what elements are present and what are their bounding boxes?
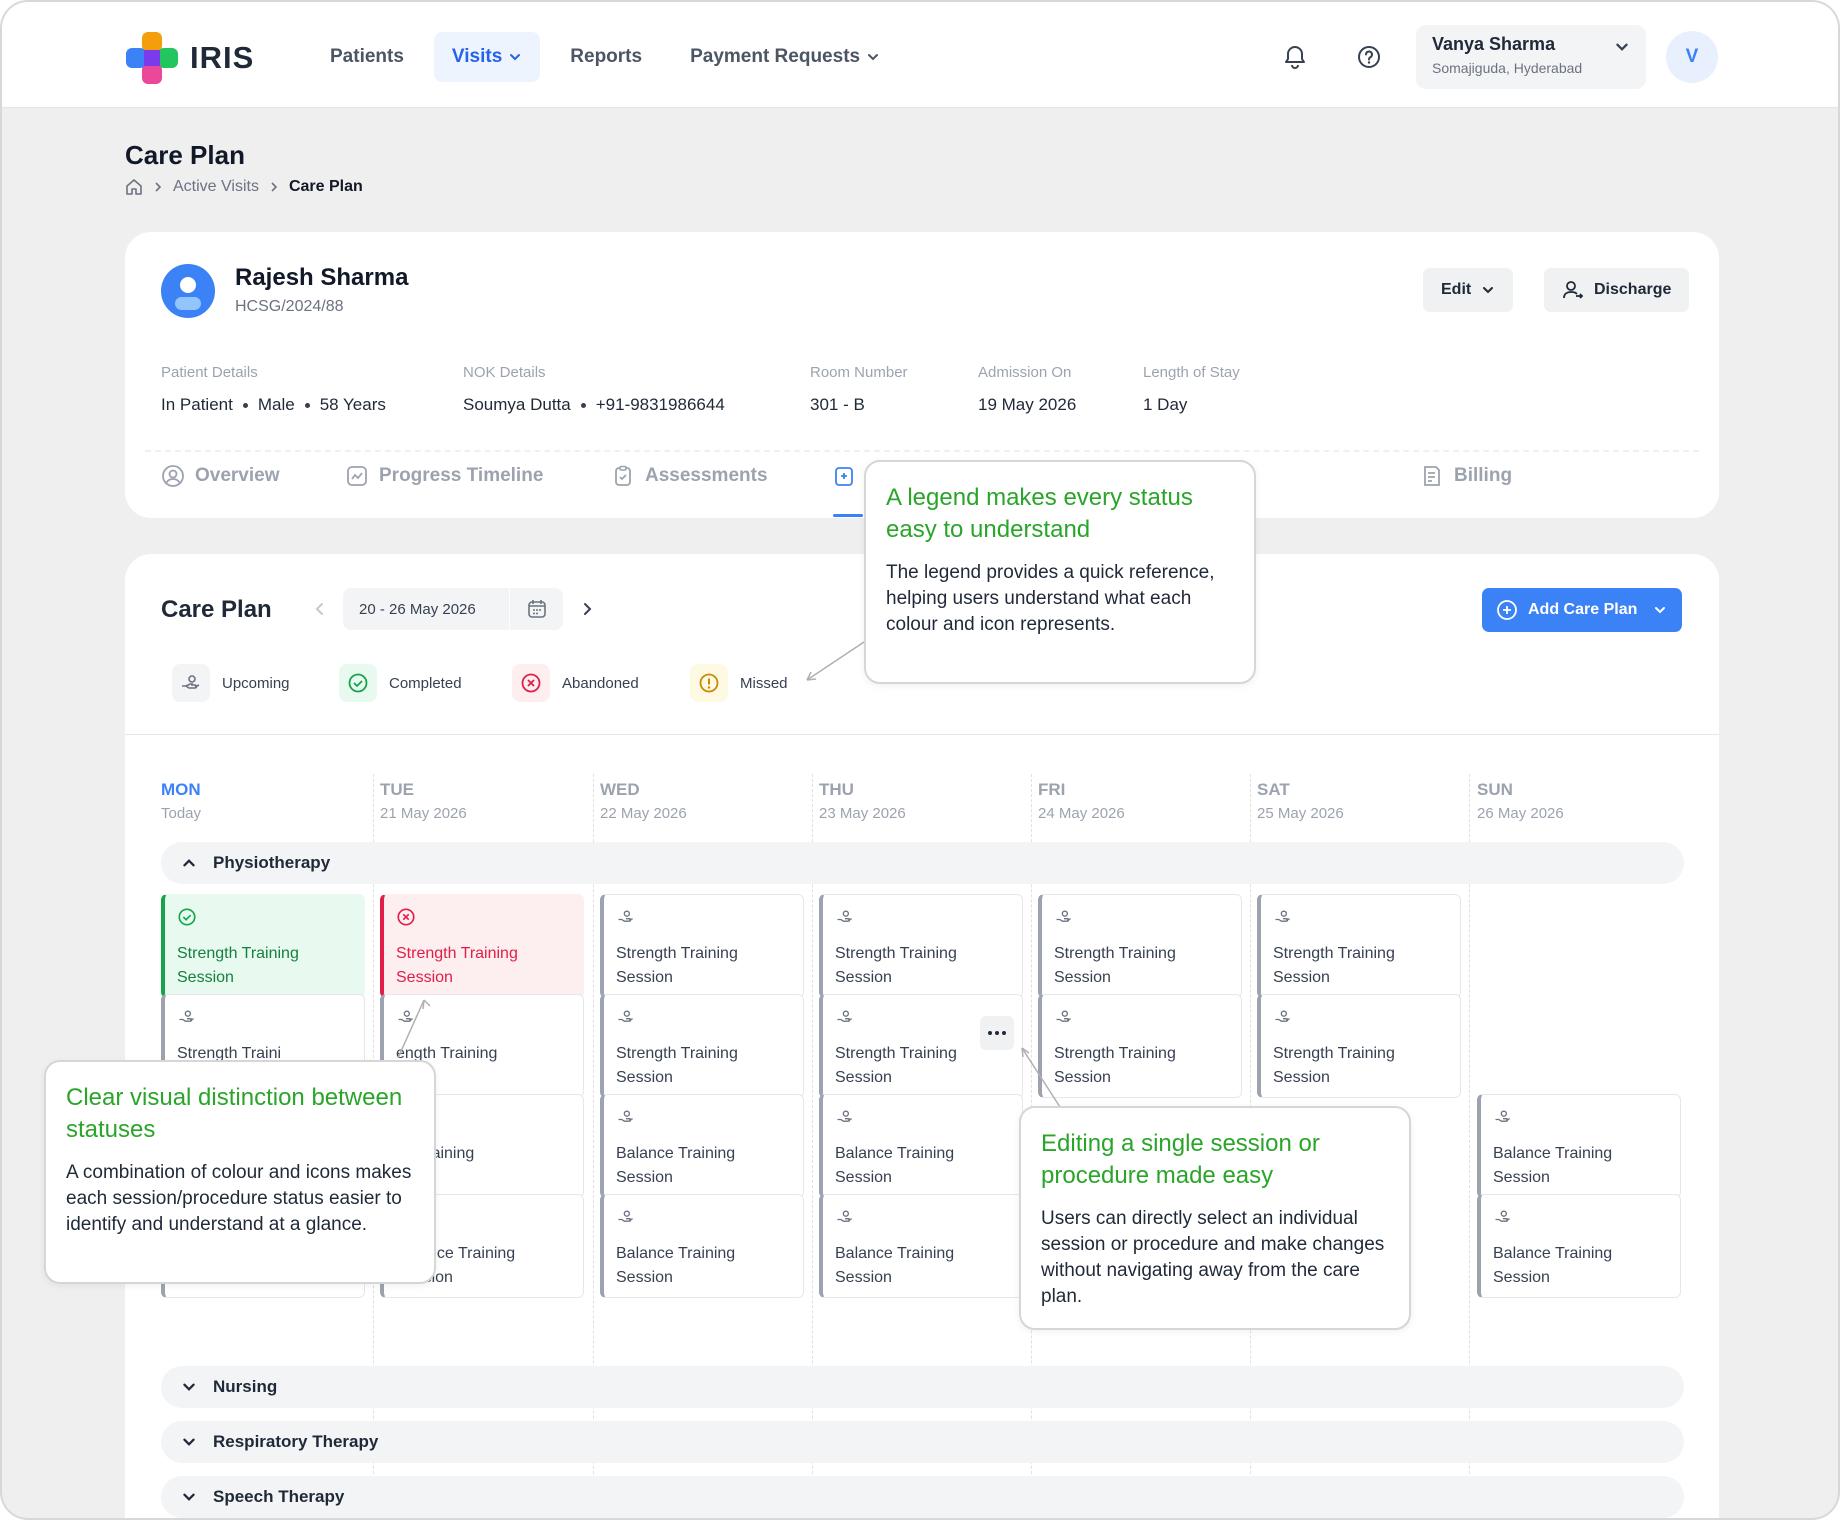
annotation-arrows [397, 641, 1061, 1108]
callout-title: A legend makes every status easy to unde… [886, 484, 1193, 543]
callout-title: Editing a single session or procedure ma… [1041, 1130, 1320, 1189]
callout-body: Users can directly select an individual … [1041, 1208, 1385, 1307]
callout-body: The legend provides a quick reference, h… [886, 562, 1215, 635]
callout-edit-session: Editing a single session or procedure ma… [1019, 1106, 1411, 1330]
callout-legend: A legend makes every status easy to unde… [864, 460, 1256, 684]
callout-status-distinction: Clear visual distinction between statuse… [44, 1060, 436, 1284]
app-window: IRIS Patients Visits Reports Payment Req… [0, 0, 1840, 1520]
callout-title: Clear visual distinction between statuse… [66, 1084, 403, 1143]
callout-body: A combination of colour and icons makes … [66, 1162, 412, 1235]
